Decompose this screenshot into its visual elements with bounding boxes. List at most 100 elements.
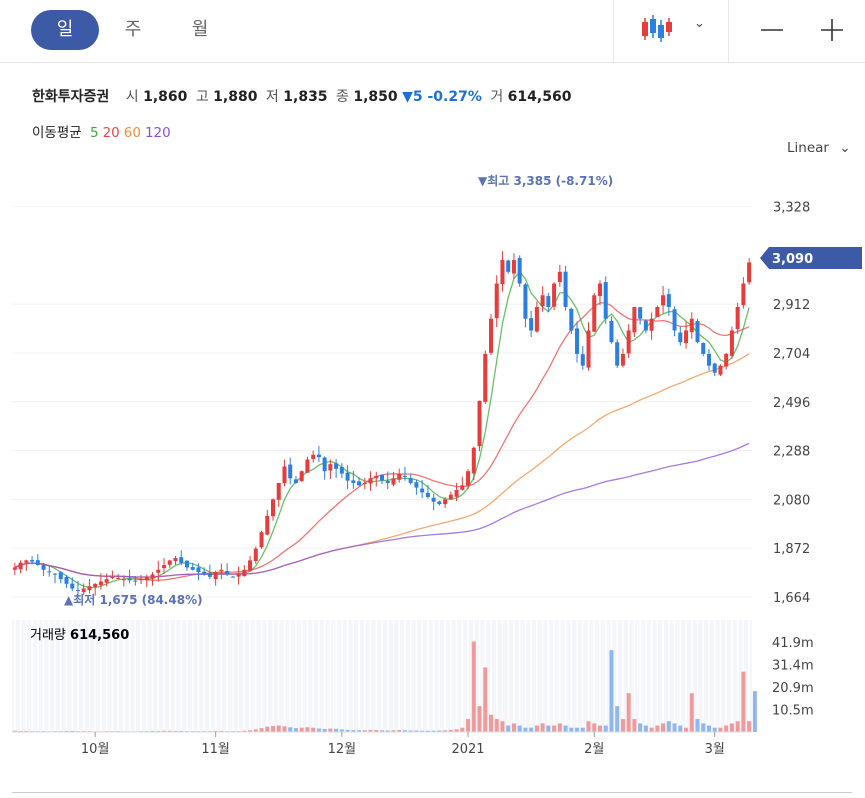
volume-bar <box>615 706 620 732</box>
time-tick-label: 10월 <box>81 742 110 757</box>
candle <box>225 563 230 577</box>
volume-bar <box>534 725 539 732</box>
volume-bar <box>706 725 711 732</box>
candle <box>345 465 350 490</box>
scale-selector[interactable]: Linear ⌄ <box>787 140 851 156</box>
annotations: ▼최고 3,385 (-8.71%) ▲최저 1,675 (84.48%) <box>64 173 613 607</box>
candle-body <box>586 330 591 368</box>
moving-average-legend: 이동평균 5 20 60 120 <box>32 121 175 141</box>
candle-body <box>47 571 52 573</box>
zoom-out-button[interactable] <box>752 10 792 50</box>
price-tick-label: 2,496 <box>773 396 810 411</box>
ma-120[interactable]: 120 <box>145 125 171 141</box>
candle <box>506 259 511 274</box>
candle-body <box>339 467 344 474</box>
candle <box>265 509 270 536</box>
volume-bar <box>316 728 321 732</box>
min-annotation: ▲최저 1,675 (84.48%) <box>64 592 203 607</box>
volume-bar <box>511 723 516 732</box>
candle <box>580 346 585 370</box>
volume-tick-label: 31.4m <box>772 658 814 673</box>
candle <box>139 574 144 585</box>
candle <box>425 485 430 499</box>
volume-bar <box>546 725 551 732</box>
price-tick-label: 2,080 <box>773 493 810 508</box>
volume-bar <box>592 723 597 732</box>
volume-bar <box>718 727 723 732</box>
volume-bar <box>586 721 591 732</box>
candle <box>24 559 29 571</box>
tab-monthly[interactable]: 월 <box>166 10 234 50</box>
volume-bar <box>666 721 671 732</box>
chart-type-selector[interactable]: ⌄ <box>630 10 720 50</box>
ma-5[interactable]: 5 <box>90 125 99 141</box>
candle-body <box>638 307 643 319</box>
candle-body <box>351 480 356 483</box>
candle-body <box>156 569 161 573</box>
candle-body <box>500 260 505 285</box>
volume-bar <box>724 725 729 732</box>
volume-bar <box>678 725 683 732</box>
volume-bar <box>747 721 752 732</box>
candle-body <box>666 294 671 307</box>
candle-body <box>649 318 654 331</box>
candle-body <box>626 330 631 354</box>
volume-bar <box>271 725 276 732</box>
candle-body <box>724 353 729 367</box>
candle-body <box>552 283 557 307</box>
tab-weekly[interactable]: 주 <box>99 10 167 50</box>
candle-body <box>414 482 419 488</box>
candle-body <box>620 353 625 366</box>
volume-bar <box>735 721 740 732</box>
current-price-label: 3,090 <box>772 252 813 267</box>
chevron-down-icon: ⌄ <box>839 140 851 156</box>
candle <box>718 364 723 377</box>
candle-body <box>672 309 677 331</box>
candle <box>110 570 115 580</box>
candle-body <box>282 466 287 484</box>
volume-bar <box>265 726 270 732</box>
volume-bar <box>729 723 734 732</box>
volume-bar <box>649 727 654 732</box>
tab-daily[interactable]: 일 <box>31 10 99 50</box>
candle-body <box>397 473 402 480</box>
volume-bar <box>620 719 625 732</box>
volume-bar <box>638 723 643 732</box>
price-tick-label: 2,704 <box>773 347 810 362</box>
volume-bar <box>276 725 281 732</box>
candle <box>534 301 539 333</box>
ma-20[interactable]: 20 <box>103 125 120 141</box>
candle <box>219 563 224 580</box>
candle-body <box>609 320 614 343</box>
candle-body <box>506 260 511 272</box>
candle <box>437 500 442 506</box>
candle-body <box>632 307 637 333</box>
candle-body <box>471 447 476 474</box>
candle-body <box>511 260 516 274</box>
time-axis: 10월 11월 12월 2021 2월 3월 <box>12 731 752 757</box>
candle-body <box>678 332 683 343</box>
candle-body <box>30 559 35 562</box>
price-chart[interactable]: 3,328 2,912 2,704 2,496 2,288 2,080 1,872 1,664… <box>0 160 865 790</box>
zoom-in-button[interactable] <box>812 10 852 50</box>
grid-lines <box>12 206 752 598</box>
candle <box>695 318 700 344</box>
candle-body <box>712 363 717 373</box>
candle <box>563 265 568 311</box>
ma-20-line <box>14 302 750 581</box>
volume-bar <box>311 727 316 732</box>
price-tick-label: 2,912 <box>773 298 810 313</box>
candle-body <box>575 328 580 354</box>
price-tick-label: 1,664 <box>773 591 810 606</box>
volume-bar <box>643 725 648 732</box>
toolbar: 일 주 월 ⌄ <box>0 0 865 63</box>
chevron-down-icon: ⌄ <box>694 16 705 31</box>
ma-60[interactable]: 60 <box>124 125 141 141</box>
candle-body <box>706 353 711 366</box>
volume-bar <box>299 727 304 732</box>
candle <box>184 560 189 571</box>
volume-bar <box>506 725 511 732</box>
toolbar-divider <box>613 0 614 62</box>
candle <box>276 482 281 507</box>
candle-body <box>374 475 379 479</box>
